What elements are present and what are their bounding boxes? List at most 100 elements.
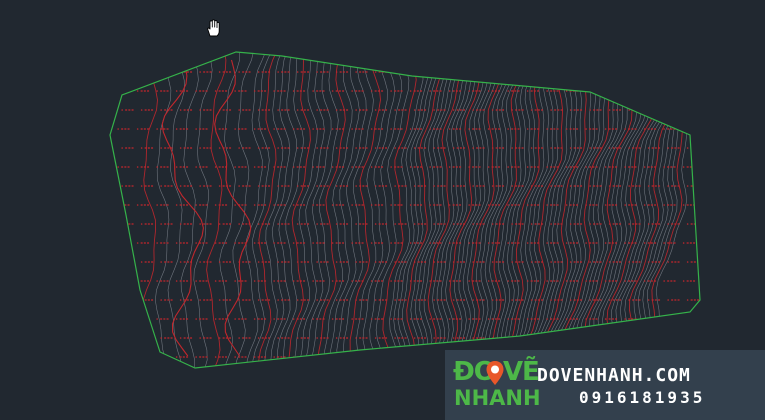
survey-point bbox=[487, 280, 490, 282]
survey-point bbox=[136, 356, 139, 358]
survey-point bbox=[433, 261, 435, 263]
survey-point bbox=[121, 71, 123, 73]
survey-point bbox=[702, 90, 704, 92]
survey-point bbox=[624, 204, 626, 206]
survey-point bbox=[160, 261, 162, 263]
survey-point bbox=[511, 185, 513, 187]
survey-point bbox=[491, 185, 494, 187]
survey-point bbox=[472, 261, 474, 263]
survey-point bbox=[136, 90, 139, 92]
survey-point bbox=[589, 337, 591, 339]
survey-point bbox=[686, 299, 689, 301]
survey-point bbox=[429, 318, 431, 320]
survey-point bbox=[624, 128, 626, 130]
survey-point bbox=[702, 204, 704, 206]
survey-point bbox=[507, 204, 509, 206]
survey-point bbox=[468, 204, 470, 206]
survey-point bbox=[238, 261, 240, 263]
survey-point bbox=[530, 109, 533, 111]
survey-point bbox=[643, 90, 646, 92]
survey-point bbox=[238, 223, 240, 225]
cad-viewport[interactable]: ĐO VẼ NHANH DOVENHANH.COM 0916181935 bbox=[0, 0, 765, 420]
survey-point bbox=[452, 299, 455, 301]
survey-point bbox=[331, 356, 334, 358]
survey-point bbox=[394, 261, 396, 263]
survey-point bbox=[296, 185, 299, 187]
survey-point bbox=[686, 185, 689, 187]
survey-point bbox=[140, 299, 143, 301]
survey-point bbox=[335, 147, 338, 149]
survey-point bbox=[273, 318, 275, 320]
survey-point bbox=[546, 318, 548, 320]
survey-point bbox=[569, 109, 572, 111]
survey-point bbox=[140, 147, 143, 149]
survey-point bbox=[214, 166, 217, 168]
survey-point bbox=[179, 185, 182, 187]
survey-point bbox=[702, 280, 704, 282]
survey-point bbox=[140, 337, 143, 339]
survey-point bbox=[316, 71, 318, 73]
survey-point bbox=[550, 147, 552, 149]
survey-point bbox=[550, 337, 552, 339]
survey-point bbox=[351, 90, 353, 92]
survey-point bbox=[117, 90, 119, 92]
survey-point bbox=[702, 318, 704, 320]
survey-point bbox=[647, 223, 650, 225]
survey-point bbox=[468, 128, 470, 130]
contour-line bbox=[629, 52, 683, 368]
survey-point bbox=[511, 109, 513, 111]
survey-point bbox=[429, 90, 431, 92]
survey-point bbox=[433, 337, 435, 339]
survey-point bbox=[316, 261, 318, 263]
survey-point bbox=[140, 261, 143, 263]
survey-point bbox=[491, 109, 494, 111]
location-pin-icon bbox=[486, 361, 504, 385]
survey-point bbox=[394, 71, 396, 73]
brand-bottom: NHANH bbox=[454, 386, 541, 410]
survey-point bbox=[355, 223, 357, 225]
survey-point bbox=[117, 242, 119, 244]
survey-point bbox=[218, 223, 221, 225]
survey-point bbox=[214, 318, 217, 320]
contour-line bbox=[615, 52, 668, 368]
survey-point bbox=[370, 280, 373, 282]
survey-point bbox=[355, 185, 357, 187]
survey-point bbox=[351, 204, 353, 206]
survey-point bbox=[628, 185, 630, 187]
survey-point bbox=[569, 185, 572, 187]
survey-point bbox=[472, 147, 474, 149]
survey-point bbox=[569, 299, 572, 301]
survey-point bbox=[706, 147, 708, 149]
survey-point bbox=[565, 318, 568, 320]
survey-point bbox=[218, 261, 221, 263]
survey-point bbox=[491, 261, 494, 263]
survey-point bbox=[253, 356, 256, 358]
survey-point bbox=[394, 223, 396, 225]
contour-line bbox=[619, 52, 673, 368]
survey-point bbox=[253, 166, 256, 168]
survey-point bbox=[589, 147, 591, 149]
survey-point bbox=[253, 128, 256, 130]
survey-point bbox=[667, 71, 669, 73]
survey-point bbox=[663, 90, 665, 92]
contour-line bbox=[651, 52, 700, 368]
survey-point bbox=[374, 337, 377, 339]
survey-point bbox=[214, 90, 217, 92]
survey-point bbox=[355, 261, 357, 263]
survey-point bbox=[277, 337, 279, 339]
survey-point bbox=[277, 71, 279, 73]
survey-point bbox=[160, 109, 162, 111]
survey-point bbox=[608, 261, 611, 263]
survey-point bbox=[335, 223, 338, 225]
survey-point bbox=[706, 223, 708, 225]
survey-point bbox=[160, 337, 162, 339]
survey-point bbox=[218, 71, 221, 73]
survey-point bbox=[370, 356, 373, 358]
survey-point bbox=[199, 109, 201, 111]
survey-point bbox=[608, 223, 611, 225]
survey-point bbox=[331, 242, 334, 244]
survey-point bbox=[429, 128, 431, 130]
survey-point bbox=[296, 299, 299, 301]
survey-point bbox=[487, 318, 490, 320]
survey-point bbox=[316, 109, 318, 111]
